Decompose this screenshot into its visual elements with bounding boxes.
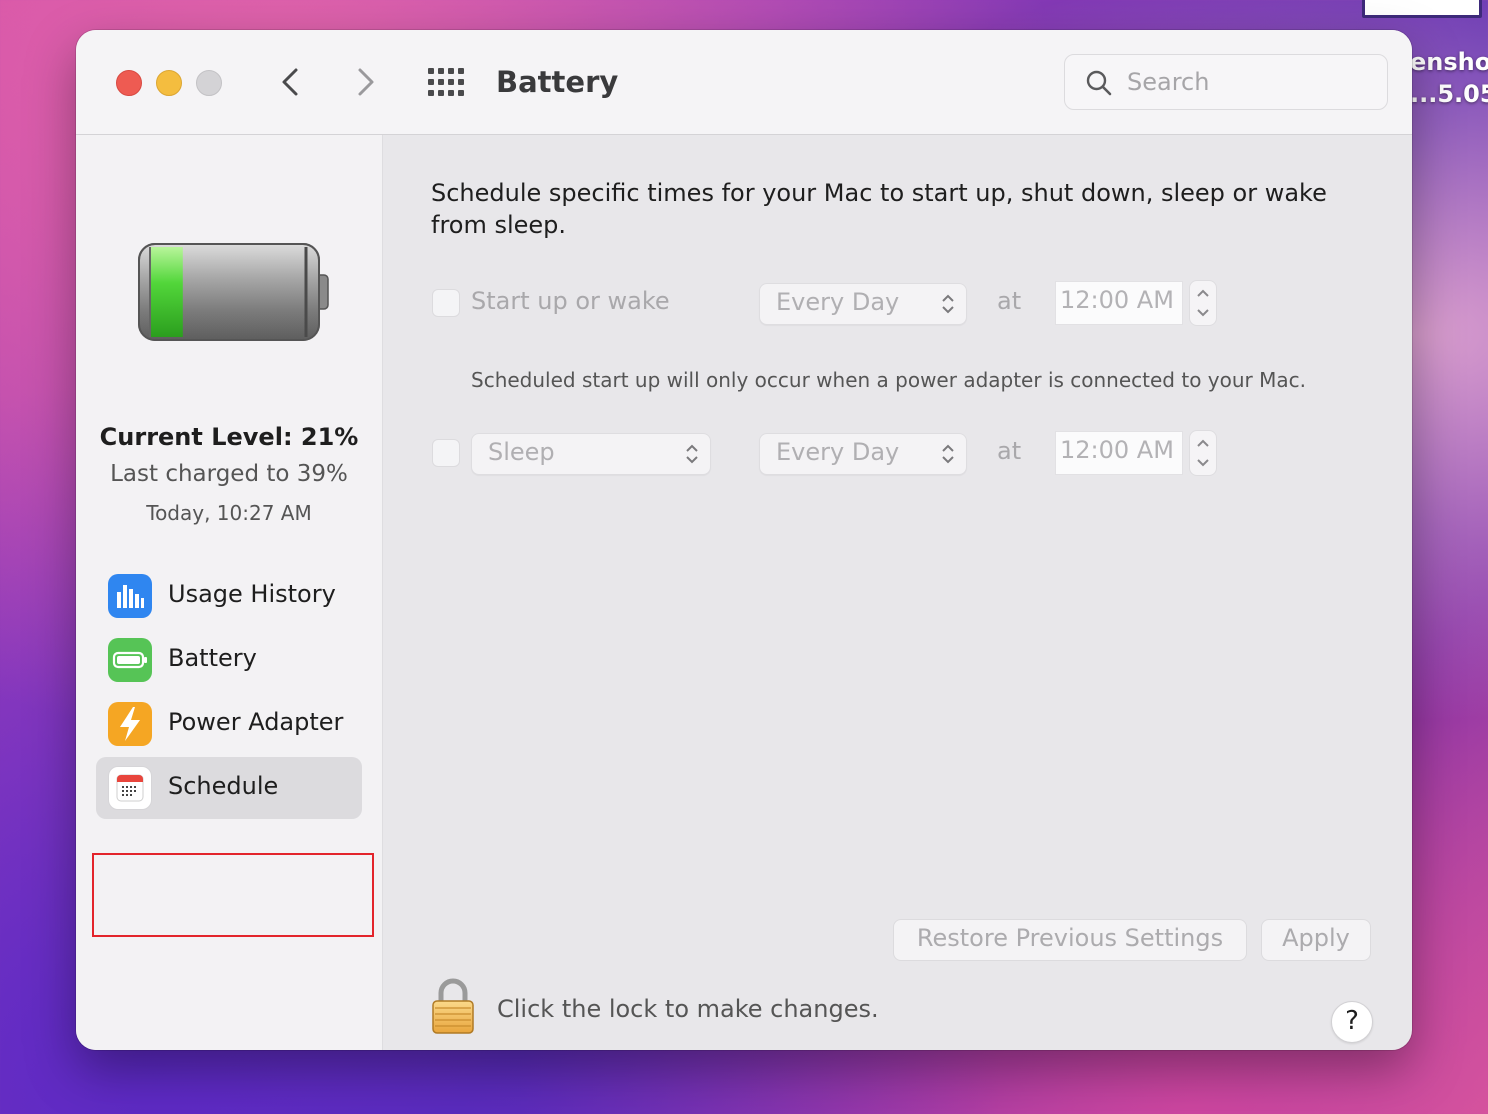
sidebar-item-schedule[interactable]: Schedule: [96, 757, 362, 819]
sidebar-item-usage-history[interactable]: Usage History: [96, 565, 362, 627]
calendar-icon: [108, 766, 152, 810]
updown-chevron-icon: [942, 444, 954, 464]
current-level-text: Current Level: 21%: [99, 423, 359, 451]
desktop-file-label[interactable]: enshot ...5.05: [1410, 46, 1488, 110]
close-button[interactable]: [116, 70, 142, 96]
selection-highlight-box: [92, 853, 374, 937]
desktop-file-label-line1: enshot: [1410, 48, 1488, 76]
sidebar-item-label: Power Adapter: [168, 708, 344, 736]
last-charged-time: Today, 10:27 AM: [146, 501, 312, 525]
schedule-panel: Schedule specific times for your Mac to …: [383, 135, 1412, 1050]
startup-time-field[interactable]: 12:00 AM: [1055, 281, 1183, 325]
window-title: Battery: [496, 65, 619, 99]
startup-wake-label: Start up or wake: [471, 287, 670, 315]
search-field[interactable]: [1064, 54, 1388, 110]
apply-button-label: Apply: [1282, 924, 1350, 952]
last-charged-text: Last charged to 39%: [110, 461, 348, 487]
sidebar-item-power-adapter[interactable]: Power Adapter: [96, 693, 362, 755]
at-label: at: [997, 437, 1022, 465]
help-button-label: ?: [1345, 1006, 1359, 1036]
system-preferences-window: Battery Search Current Level: 21% Last c…: [76, 30, 1412, 1050]
updown-chevron-icon: [942, 294, 954, 314]
bar-chart-icon: [108, 574, 152, 618]
startup-frequency-value: Every Day: [776, 288, 900, 316]
apply-button[interactable]: Apply: [1261, 919, 1371, 961]
restore-button-label: Restore Previous Settings: [916, 924, 1224, 952]
back-chevron-icon[interactable]: [274, 64, 310, 100]
minimize-button[interactable]: [156, 70, 182, 96]
titlebar: Battery: [76, 30, 1412, 135]
battery-icon: [108, 638, 152, 682]
forward-chevron-icon[interactable]: [348, 64, 384, 100]
lock-message: Click the lock to make changes.: [497, 995, 879, 1023]
sleep-action-popup[interactable]: Sleep: [471, 433, 711, 475]
lock-icon[interactable]: [429, 977, 477, 1035]
sleep-action-value: Sleep: [488, 438, 555, 466]
power-adapter-note: Scheduled start up will only occur when …: [471, 368, 1306, 392]
startup-frequency-popup[interactable]: Every Day: [759, 283, 967, 325]
sleep-frequency-popup[interactable]: Every Day: [759, 433, 967, 475]
desktop-file-thumbnail[interactable]: [1362, 0, 1482, 18]
sidebar-item-battery[interactable]: Battery: [96, 629, 362, 691]
sidebar: Current Level: 21% Last charged to 39% T…: [76, 135, 383, 1050]
startup-wake-checkbox[interactable]: [432, 289, 460, 317]
sleep-time-field[interactable]: 12:00 AM: [1055, 431, 1183, 475]
schedule-description: Schedule specific times for your Mac to …: [431, 179, 1327, 239]
at-label: at: [997, 287, 1022, 315]
search-input[interactable]: [1125, 63, 1369, 101]
sidebar-item-label: Usage History: [168, 580, 336, 608]
search-icon: [1086, 70, 1112, 96]
sidebar-item-label: Schedule: [168, 772, 279, 800]
sleep-time-stepper[interactable]: [1189, 430, 1217, 476]
help-button[interactable]: ?: [1331, 1001, 1373, 1043]
updown-chevron-icon: [686, 444, 698, 464]
sleep-frequency-value: Every Day: [776, 438, 900, 466]
show-all-grid-icon[interactable]: [428, 68, 466, 96]
lightning-icon: [108, 702, 152, 746]
stepper-arrows-icon: [1197, 289, 1209, 317]
restore-previous-settings-button[interactable]: Restore Previous Settings: [893, 919, 1247, 961]
sleep-checkbox[interactable]: [432, 439, 460, 467]
stepper-arrows-icon: [1197, 439, 1209, 467]
battery-level-icon: [138, 243, 329, 341]
sleep-time-value: 12:00 AM: [1060, 436, 1174, 464]
zoom-button[interactable]: [196, 70, 222, 96]
startup-time-stepper[interactable]: [1189, 280, 1217, 326]
sidebar-item-label: Battery: [168, 644, 257, 672]
startup-time-value: 12:00 AM: [1060, 286, 1174, 314]
desktop-file-label-line2: ...5.05: [1410, 80, 1488, 108]
